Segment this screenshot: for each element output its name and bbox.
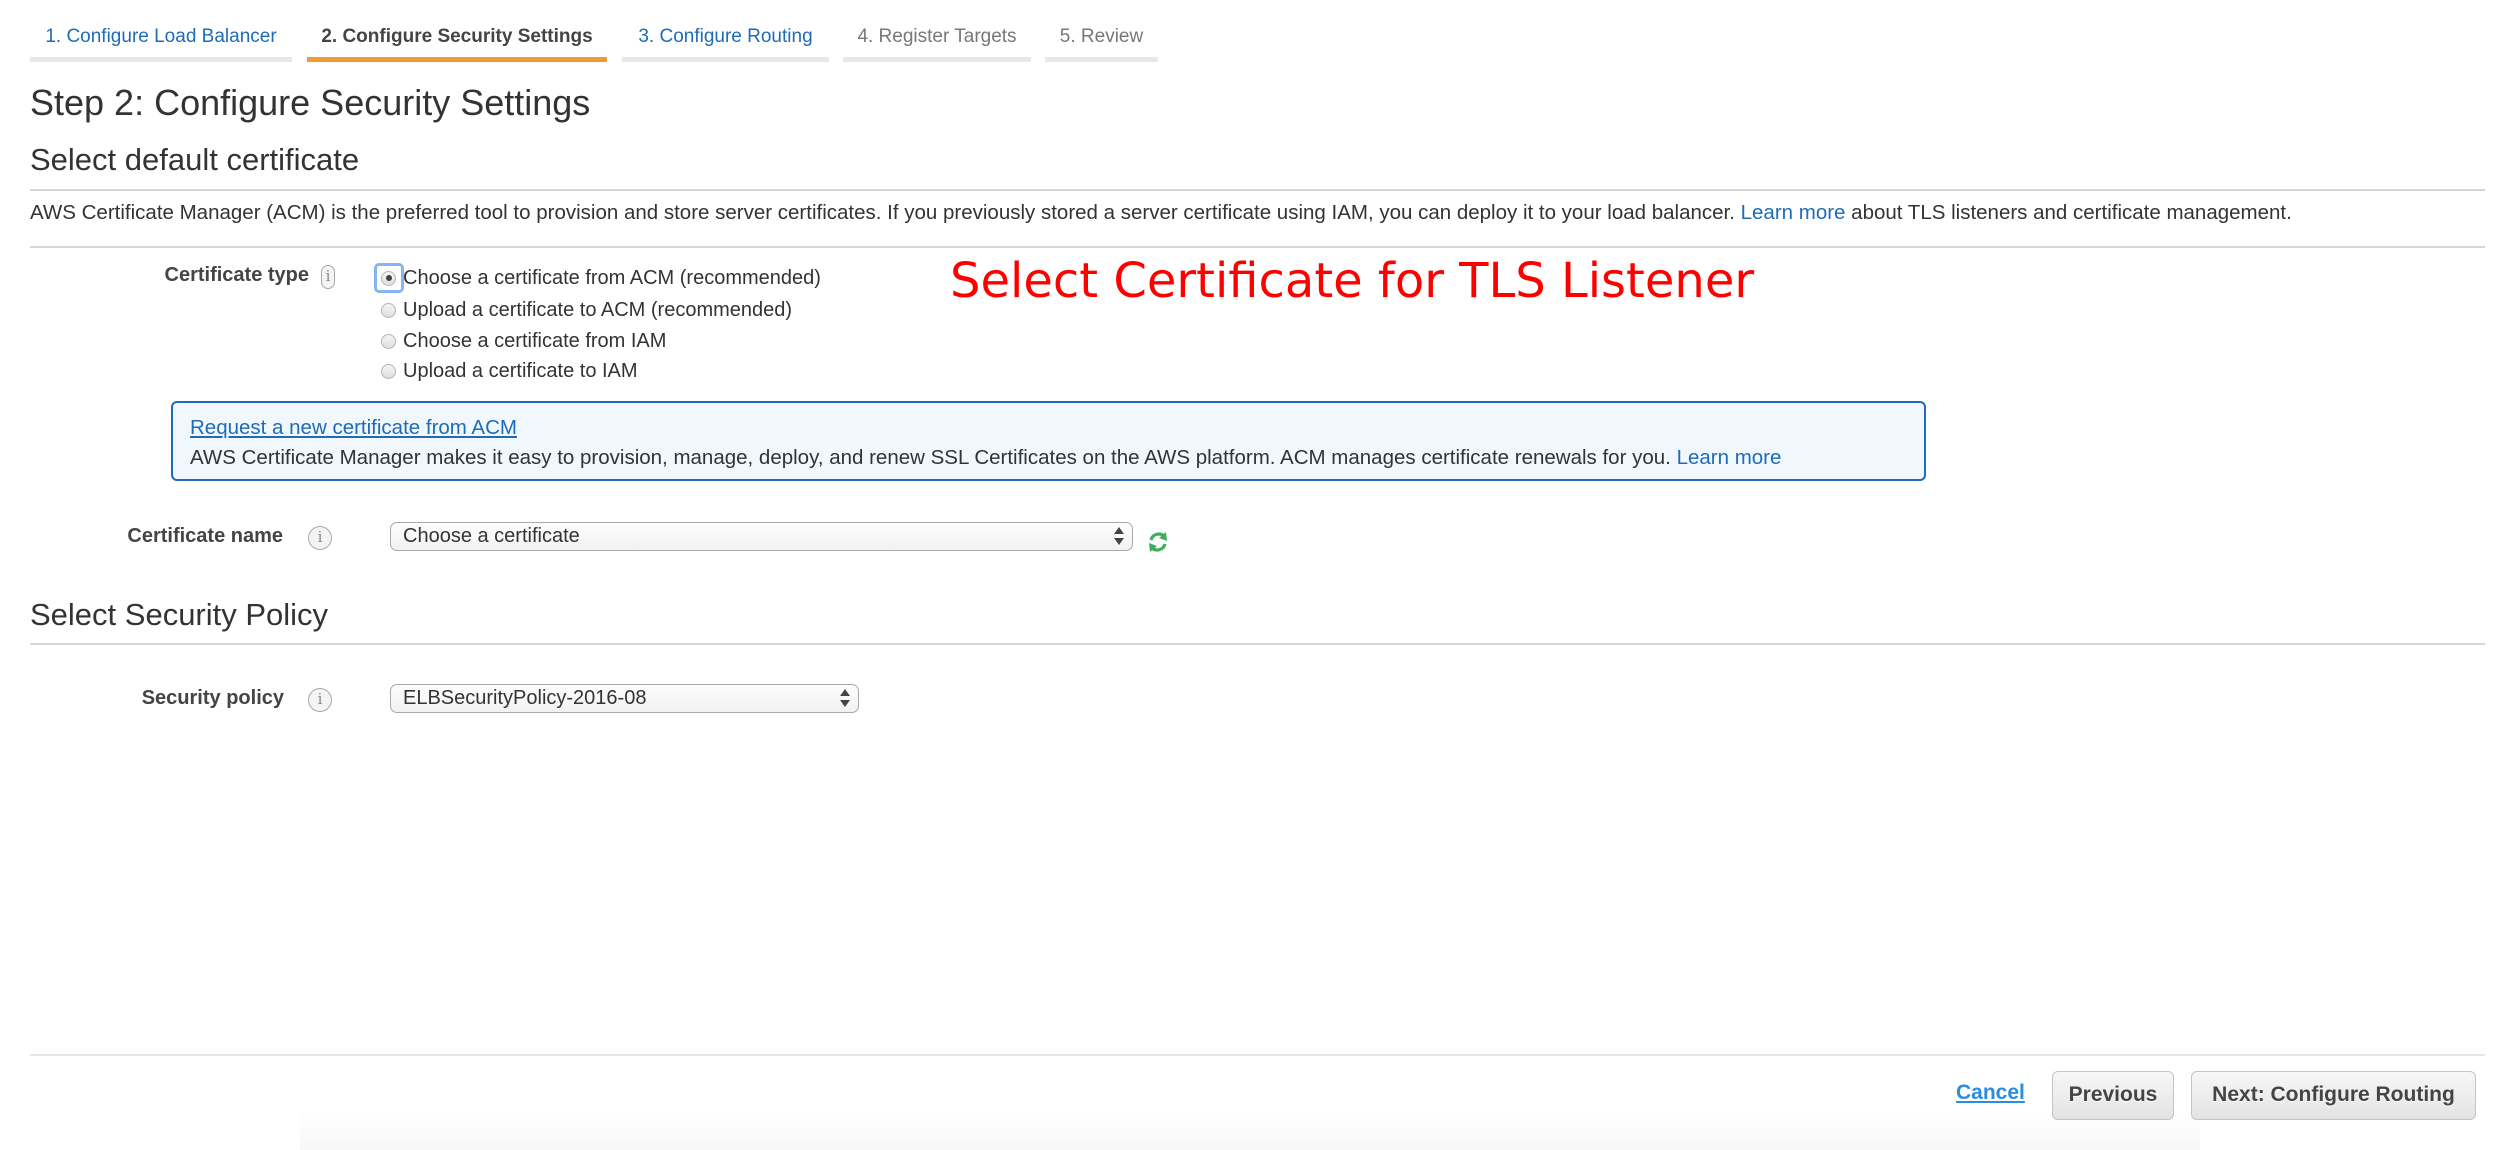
refresh-icon[interactable]: [1146, 530, 1170, 554]
radio-label: Upload a certificate to IAM: [403, 359, 638, 382]
radio-option-upload-acm[interactable]: Upload a certificate to ACM (recommended…: [381, 296, 792, 324]
radio-option-choose-acm[interactable]: Choose a certificate from ACM (recommend…: [381, 264, 821, 292]
radio-button[interactable]: [381, 302, 396, 318]
acm-learn-more-link[interactable]: Learn more: [1677, 446, 1782, 469]
security-policy-select[interactable]: ELBSecurityPolicy-2016-08: [390, 684, 859, 713]
request-certificate-link[interactable]: Request a new certificate from ACM: [190, 413, 1924, 443]
section-title-security-policy: Select Security Policy: [30, 597, 329, 632]
radio-option-choose-iam[interactable]: Choose a certificate from IAM: [381, 327, 666, 355]
intro-text-after: about TLS listeners and certificate mana…: [1851, 201, 2292, 224]
intro-divider: [30, 246, 2485, 248]
tab-configure-load-balancer[interactable]: 1. Configure Load Balancer: [30, 22, 292, 62]
page-title: Step 2: Configure Security Settings: [30, 82, 591, 123]
select-value: ELBSecurityPolicy-2016-08: [403, 687, 647, 709]
info-icon[interactable]: i: [308, 526, 332, 550]
radio-option-upload-iam[interactable]: Upload a certificate to IAM: [381, 357, 638, 385]
tab-label: 2. Configure Security Settings: [321, 26, 593, 47]
radio-label: Choose a certificate from ACM (recommend…: [403, 266, 821, 289]
security-policy-label: Security policy: [141, 687, 284, 709]
radio-button[interactable]: [381, 333, 396, 349]
footer-divider: [30, 1054, 2485, 1056]
tab-bar: [30, 57, 292, 62]
intro-text: AWS Certificate Manager (ACM) is the pre…: [30, 201, 2292, 225]
tab-label: 5. Review: [1059, 26, 1144, 47]
info-icon[interactable]: i: [321, 265, 335, 289]
certificate-name-select[interactable]: Choose a certificate: [390, 522, 1133, 551]
select-arrows-icon: [1114, 526, 1124, 546]
certificate-name-label: Certificate name: [127, 525, 283, 547]
select-arrows-icon: [840, 688, 850, 708]
radio-button-checked[interactable]: [381, 270, 396, 286]
tab-bar: [843, 57, 1031, 62]
tab-bar: [622, 57, 829, 62]
section-title-default-certificate: Select default certificate: [30, 142, 360, 177]
radio-label: Upload a certificate to ACM (recommended…: [403, 298, 793, 321]
tab-configure-routing[interactable]: 3. Configure Routing: [622, 22, 829, 62]
cancel-link[interactable]: Cancel: [1956, 1081, 2025, 1105]
acm-description: AWS Certificate Manager makes it easy to…: [190, 446, 1671, 469]
tab-register-targets: 4. Register Targets: [843, 22, 1031, 62]
tab-active-underline: [307, 57, 607, 62]
tab-label: 3. Configure Routing: [638, 26, 813, 47]
annotation-label: Select Certificate for TLS Listener: [950, 253, 1755, 309]
tab-bar: [1045, 57, 1158, 62]
section-divider: [30, 643, 2485, 645]
previous-button[interactable]: Previous: [2052, 1071, 2174, 1120]
acm-info-box: Request a new certificate from ACM AWS C…: [171, 401, 1926, 481]
learn-more-link[interactable]: Learn more: [1741, 201, 1846, 224]
tab-configure-security-settings[interactable]: 2. Configure Security Settings: [307, 22, 607, 62]
radio-label: Choose a certificate from IAM: [403, 329, 667, 352]
radio-button[interactable]: [381, 363, 396, 379]
tab-review: 5. Review: [1045, 22, 1158, 62]
info-icon[interactable]: i: [308, 688, 332, 712]
certificate-type-label: Certificate type: [164, 264, 310, 286]
acm-info-text: AWS Certificate Manager makes it easy to…: [190, 443, 1924, 473]
next-configure-routing-button[interactable]: Next: Configure Routing: [2191, 1071, 2476, 1120]
tab-label: 4. Register Targets: [857, 26, 1017, 47]
select-value: Choose a certificate: [403, 525, 580, 547]
section-divider: [30, 189, 2485, 191]
tab-label: 1. Configure Load Balancer: [45, 26, 277, 47]
intro-text-before: AWS Certificate Manager (ACM) is the pre…: [30, 201, 1735, 224]
footer-shadow: [300, 1110, 2200, 1150]
